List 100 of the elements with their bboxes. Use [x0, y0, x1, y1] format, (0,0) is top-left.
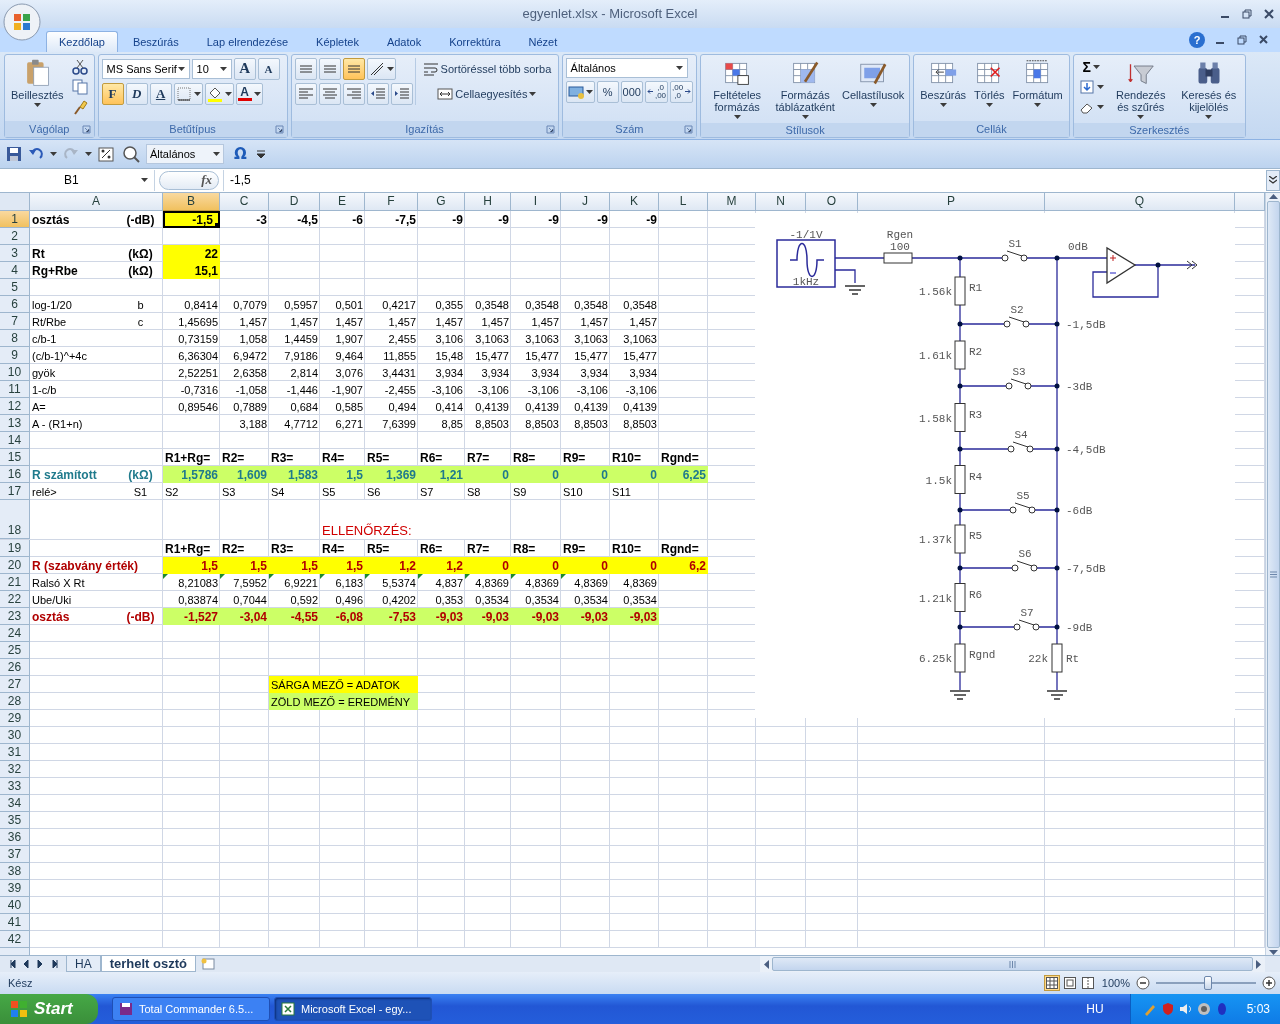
row-label: Ralsó X Rt [32, 575, 85, 591]
percent-sheet-icon[interactable] [98, 144, 116, 163]
magnifier-icon[interactable] [122, 144, 140, 163]
orientation-button[interactable] [366, 57, 396, 80]
dialog-launcher-icon[interactable] [684, 124, 694, 134]
scissors-icon [71, 59, 88, 76]
spreadsheet-cell-text: 2,455 [387, 331, 417, 347]
taskbar-button[interactable]: Total Commander 6.5... [112, 997, 270, 1021]
caret-icon [1137, 114, 1145, 119]
grow-font-button[interactable]: A [233, 57, 256, 80]
spreadsheet-cell-text: 0,585 [334, 399, 364, 415]
normal-view-button[interactable] [1043, 975, 1060, 991]
ribbon-tab[interactable]: Lap elrendezése [193, 30, 302, 52]
merge-cells-button[interactable]: Cellaegyesítés [420, 82, 554, 105]
spreadsheet-cell-text: -3,106 [624, 382, 658, 398]
ribbon-tab[interactable]: Beszúrás [119, 30, 192, 52]
ribbon-button[interactable]: Cellastílusok [840, 57, 907, 108]
ribbon-button[interactable]: Törlés [971, 57, 1008, 108]
ribbon-button[interactable]: Rendezés és szűrés [1107, 57, 1174, 120]
ribbon-button[interactable]: Feltételes formázás [704, 57, 771, 120]
spreadsheet-cell-text: -7,5 [394, 211, 417, 228]
fill-handle[interactable] [215, 222, 220, 228]
help-button[interactable]: ? [1189, 31, 1205, 48]
spreadsheet-cell-text: 3,076 [334, 365, 364, 381]
horizontal-align-button[interactable] [318, 82, 341, 105]
ribbon-button[interactable]: Keresés és kijelölés [1175, 57, 1242, 120]
unit-label: (kΩ) [127, 245, 154, 262]
spreadsheet-cell-text: 15,477 [573, 348, 609, 364]
font-style-button[interactable]: A [149, 82, 172, 105]
symbol-button[interactable]: Ω [230, 144, 251, 163]
font-size-dropdown[interactable]: 10 [191, 58, 232, 79]
spreadsheet-cell-text: R4= [321, 540, 346, 557]
page-break-icon [1081, 977, 1094, 989]
font-color-button[interactable]: A [235, 82, 263, 105]
vertical-align-button[interactable] [342, 57, 365, 80]
row-header[interactable]: 18 [0, 499, 30, 539]
zoom-slider[interactable] [1156, 975, 1256, 991]
font-style-button[interactable]: F [101, 82, 124, 105]
dialog-launcher-icon[interactable] [81, 124, 91, 134]
restore-icon[interactable] [1237, 34, 1247, 45]
font-name-dropdown[interactable]: MS Sans Serif [101, 58, 190, 79]
ribbon-tab[interactable]: Kezdőlap [46, 30, 118, 52]
clock: 5:03 [1246, 1002, 1270, 1016]
ribbon-tab[interactable]: Nézet [515, 30, 571, 52]
component-label: S4 [1014, 428, 1028, 441]
zoom-in-icon[interactable] [1262, 976, 1276, 990]
spreadsheet-cell-text: 1,457 [238, 314, 268, 330]
page-break-button[interactable] [1079, 975, 1096, 991]
spreadsheet-cell-text: 3,934 [434, 365, 464, 381]
zoom-level[interactable]: 100% [1101, 977, 1130, 989]
spreadsheet-cell-text: 0,73159 [177, 331, 219, 347]
format-dropdown[interactable]: Általános [146, 143, 224, 164]
ribbon-tab[interactable]: Adatok [373, 30, 435, 52]
vertical-align-button[interactable] [318, 57, 341, 80]
vertical-scrollbar[interactable] [1265, 192, 1280, 955]
close-icon[interactable] [1264, 9, 1274, 19]
horizontal-scrollbar[interactable] [760, 956, 1265, 972]
dialog-launcher-icon[interactable] [545, 124, 555, 134]
sheet-tab[interactable]: HA [66, 956, 101, 972]
taskbar-button[interactable]: Microsoft Excel - egy... [274, 997, 432, 1021]
zoom-slider-thumb[interactable] [1204, 976, 1212, 990]
ribbon-button[interactable]: Beszúrás [917, 57, 970, 108]
speaker-icon[interactable] [1178, 1002, 1193, 1016]
scroll-right-icon [1256, 959, 1262, 969]
save-icon[interactable] [6, 145, 22, 162]
tray-icon[interactable] [1196, 1002, 1211, 1016]
zoom-out-icon[interactable] [1136, 976, 1150, 990]
paste-button[interactable]: Beillesztés [8, 57, 67, 108]
page-layout-button[interactable] [1061, 975, 1078, 991]
spreadsheet-cell-text: 0,3534 [622, 592, 658, 608]
ribbon-button[interactable]: Formátum [1009, 57, 1066, 108]
shrink-font-button[interactable]: A [257, 57, 280, 80]
expand-formula-button[interactable] [1266, 169, 1280, 191]
close-icon[interactable] [1259, 35, 1268, 45]
customize-caret-icon[interactable] [256, 149, 265, 158]
spreadsheet-cell-text: 9,464 [334, 348, 364, 364]
spreadsheet-cell-text: 3,934 [628, 365, 658, 381]
ribbon-button[interactable]: Formázás táblázatként [772, 57, 839, 120]
thousands-button[interactable]: 000 [620, 80, 643, 103]
ribbon-tab[interactable]: Korrektúra [436, 30, 514, 52]
percent-button[interactable]: % [596, 80, 619, 103]
vertical-align-button[interactable] [294, 57, 317, 80]
dialog-launcher-icon[interactable] [274, 124, 284, 134]
borders-button[interactable] [173, 82, 203, 105]
restore-icon[interactable] [1242, 9, 1252, 19]
autosum-button[interactable]: Σ [1076, 57, 1106, 77]
horizontal-align-button[interactable] [294, 82, 317, 105]
number-format-dropdown[interactable]: Általános [565, 57, 688, 78]
wrap-text-button[interactable]: Sortöréssel több sorba [420, 57, 554, 80]
language-indicator[interactable]: HU [1086, 1002, 1130, 1016]
font-style-button[interactable]: D [125, 82, 148, 105]
insert-function-button[interactable]: fx [159, 170, 219, 190]
fill-color-button[interactable] [204, 82, 234, 105]
increase-decimals-button[interactable]: ,0 ,00 [644, 80, 669, 103]
undo-icon[interactable] [28, 145, 44, 162]
currency-button[interactable] [565, 80, 595, 103]
ribbon-tab[interactable]: Képletek [303, 30, 372, 52]
horizontal-align-button[interactable] [342, 82, 365, 105]
sheet-tab[interactable]: terhelt osztó [100, 956, 196, 972]
decrease-decimals-button[interactable]: ,00 ,0 [670, 80, 694, 103]
